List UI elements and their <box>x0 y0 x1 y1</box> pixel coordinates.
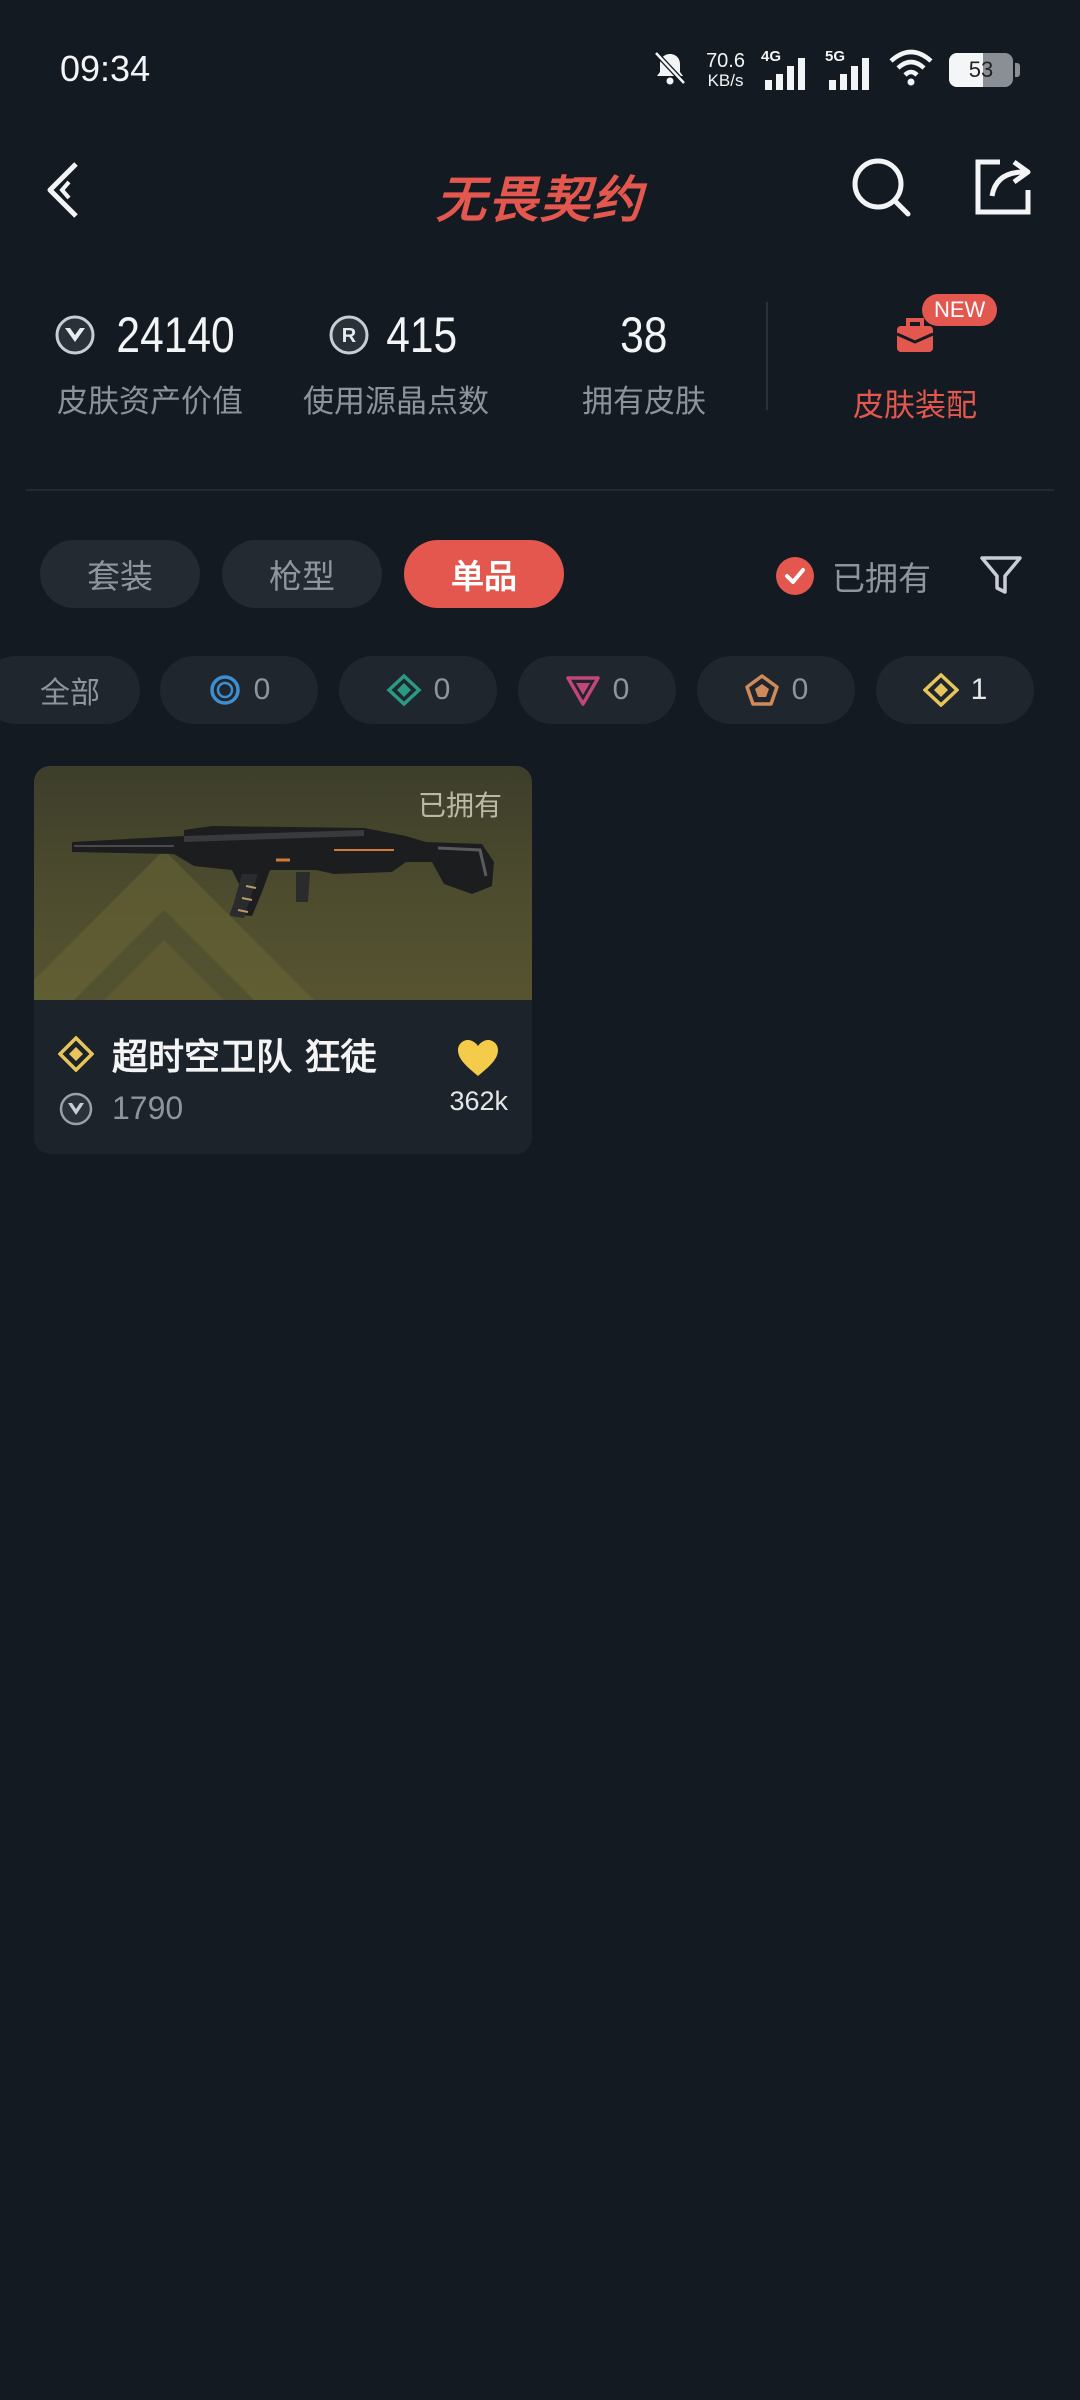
check-icon <box>776 557 814 595</box>
status-bar: 09:34 70.6 KB/s 4G 5G 53 <box>0 0 1080 140</box>
select-tier-icon <box>209 675 240 705</box>
chip-all[interactable]: 全部 <box>0 656 140 724</box>
rarity-filter-chips: 全部 0 0 0 0 1 <box>0 656 1080 726</box>
skin-info: 超时空卫队 狂徒 1790 362k <box>34 1000 532 1154</box>
battery-icon: 53 <box>949 53 1013 87</box>
skin-loadout-button[interactable]: NEW 皮肤装配 <box>790 290 1040 425</box>
radianite-icon: R <box>329 315 369 355</box>
svg-text:R: R <box>342 325 357 347</box>
stat-radianite: R 415 使用源晶点数 <box>266 300 526 421</box>
chip-count: 0 <box>612 673 630 706</box>
stat-label: 使用源晶点数 <box>303 384 489 420</box>
chip-ultra-tier[interactable]: 0 <box>697 656 855 724</box>
stat-value: 38 <box>620 307 668 363</box>
category-tabs: 套装 枪型 单品 <box>40 540 564 608</box>
chip-count: 1 <box>970 673 988 706</box>
skin-image: 已拥有 <box>34 766 532 1000</box>
chip-select-tier[interactable]: 0 <box>160 656 318 724</box>
filter-button[interactable] <box>978 552 1024 598</box>
valorant-points-icon <box>55 315 95 355</box>
stat-label: 拥有皮肤 <box>582 384 706 420</box>
premium-tier-icon <box>565 676 600 706</box>
wifi-icon <box>889 49 933 91</box>
stat-value: 24140 <box>116 307 236 363</box>
battery-level: 53 <box>968 57 994 82</box>
heart-icon[interactable] <box>456 1038 500 1078</box>
deluxe-tier-icon <box>386 673 422 707</box>
app-logo-title: 无畏契约 <box>436 171 644 229</box>
owned-tag: 已拥有 <box>417 789 502 822</box>
share-button[interactable] <box>970 154 1036 220</box>
skin-card[interactable]: 已拥有 超时空卫队 狂徒 1790 362k <box>34 766 532 1154</box>
tab-weapon-type[interactable]: 枪型 <box>222 540 382 608</box>
skin-loadout-label: 皮肤装配 <box>853 388 977 424</box>
stat-asset-value: 24140 皮肤资产价值 <box>20 300 280 421</box>
chip-all-label: 全部 <box>40 676 100 711</box>
divider <box>26 489 1054 491</box>
status-time: 09:34 <box>60 48 151 89</box>
divider <box>766 302 768 410</box>
ultra-tier-icon <box>744 674 779 706</box>
stat-owned-skins: 38 拥有皮肤 <box>514 300 774 421</box>
exclusive-tier-icon <box>58 1036 94 1072</box>
search-button[interactable] <box>848 154 914 220</box>
chip-count: 0 <box>253 673 271 706</box>
tab-bundle[interactable]: 套装 <box>40 540 200 608</box>
signal-5g-icon: 5G <box>825 48 873 92</box>
stat-label: 皮肤资产价值 <box>57 384 243 420</box>
chip-count: 0 <box>791 673 809 706</box>
chip-premium-tier[interactable]: 0 <box>518 656 676 724</box>
skin-name: 超时空卫队 狂徒 <box>112 1036 377 1078</box>
chip-deluxe-tier[interactable]: 0 <box>339 656 497 724</box>
search-icon <box>852 158 911 217</box>
status-icons: 70.6 KB/s 4G 5G 53 <box>650 44 1020 96</box>
like-count: 362k <box>449 1086 508 1116</box>
net-speed: 70.6 KB/s <box>706 49 745 90</box>
owned-filter-label: 已拥有 <box>832 559 931 598</box>
share-icon <box>975 159 1031 215</box>
exclusive-tier-icon <box>922 673 959 707</box>
stats-panel: 24140 皮肤资产价值 R 415 使用源晶点数 38 拥有皮肤 NEW 皮肤 <box>0 280 1080 440</box>
net-speed-value: 70.6 <box>706 49 745 72</box>
skin-price: 1790 <box>112 1090 184 1126</box>
app-header: 无畏契约 <box>0 140 1080 240</box>
net-speed-unit: KB/s <box>707 70 744 90</box>
new-badge: NEW <box>922 294 998 326</box>
valorant-points-icon <box>59 1092 93 1125</box>
signal-4g-icon: 4G <box>761 48 809 92</box>
bell-mute-icon <box>650 48 690 92</box>
chip-count: 0 <box>433 673 451 706</box>
stat-value: 415 <box>386 307 458 363</box>
filter-icon <box>980 556 1022 594</box>
tab-single-item[interactable]: 单品 <box>404 540 564 608</box>
chip-exclusive-tier[interactable]: 1 <box>876 656 1034 724</box>
owned-filter-toggle[interactable]: 已拥有 <box>776 552 931 600</box>
